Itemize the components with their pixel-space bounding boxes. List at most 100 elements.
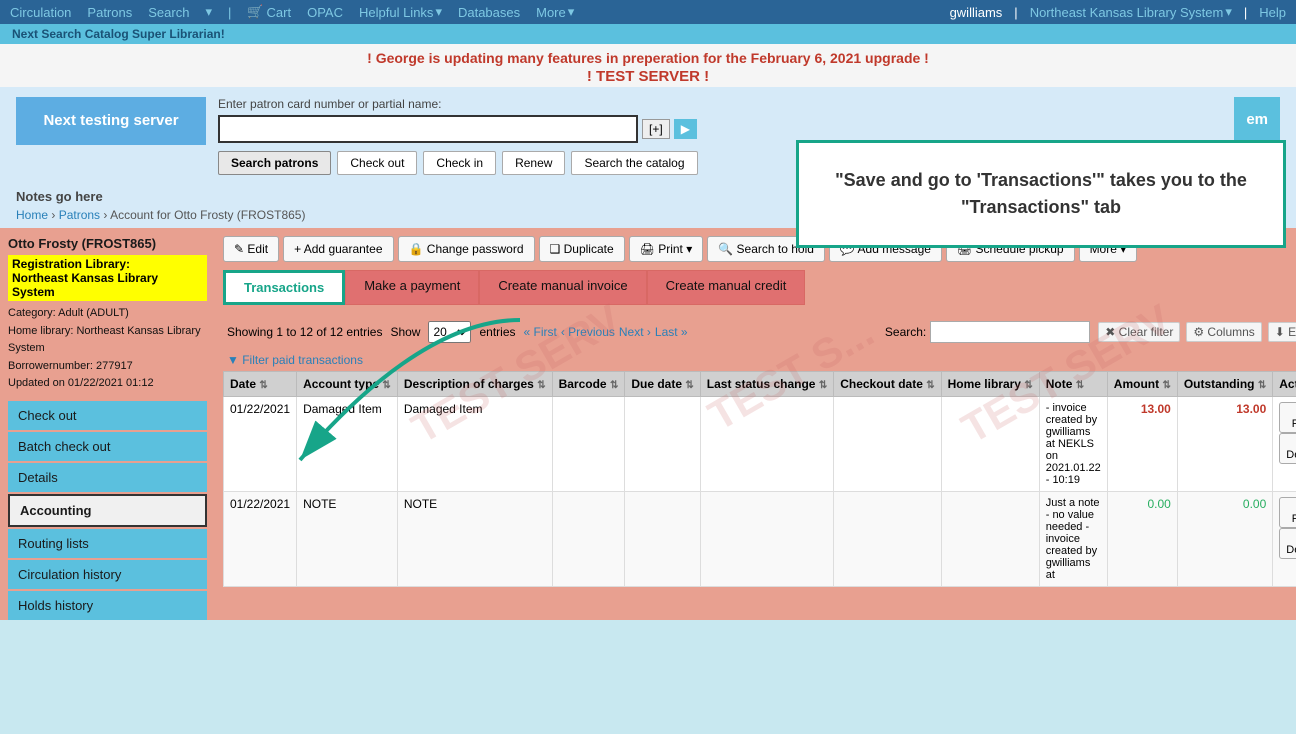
cell-actions-0: 🖨 Print ☰ Details <box>1273 397 1296 492</box>
sidebar-circulation-history[interactable]: Circulation history <box>8 560 207 589</box>
table-area: Showing 1 to 12 of 12 entries Show 10 20… <box>223 313 1296 591</box>
cell-description-1: NOTE <box>397 492 552 587</box>
tab-check-out[interactable]: Check out <box>337 151 417 175</box>
nav-cart[interactable]: 🛒 Cart <box>247 4 291 20</box>
pagination: « First ‹ Previous Next › Last » <box>524 325 688 339</box>
tab-check-in[interactable]: Check in <box>423 151 496 175</box>
row-details-button-1[interactable]: ☰ Details <box>1279 528 1296 559</box>
sidebar-holds-history[interactable]: Holds history <box>8 591 207 620</box>
sidebar-details[interactable]: Details <box>8 463 207 492</box>
subheader: Next Search Catalog Super Librarian! <box>0 24 1296 44</box>
col-note[interactable]: Note ⇅ <box>1039 372 1107 397</box>
nav-patrons[interactable]: Patrons <box>87 5 132 20</box>
patron-search-input[interactable] <box>218 115 638 143</box>
top-nav-right: gwilliams | Northeast Kansas Library Sys… <box>950 4 1286 20</box>
nav-more[interactable]: More ▾ <box>536 4 574 20</box>
col-account-type[interactable]: Account type ⇅ <box>297 372 398 397</box>
col-amount[interactable]: Amount ⇅ <box>1107 372 1177 397</box>
sort-icon-account-type: ⇅ <box>382 380 390 391</box>
cell-home-library-1 <box>941 492 1039 587</box>
filter-actions: ✖ Clear filter ⚙ Columns ⬇ Export <box>1098 322 1296 342</box>
sort-icon-description: ⇅ <box>537 380 545 391</box>
cell-note-1: Just a note - no value needed - invoice … <box>1039 492 1107 587</box>
cell-note-0: - invoice created by gwilliams at NEKLS … <box>1039 397 1107 492</box>
col-actions: Acti <box>1273 372 1296 397</box>
col-outstanding[interactable]: Outstanding ⇅ <box>1177 372 1272 397</box>
cell-date-0: 01/22/2021 <box>224 397 297 492</box>
cell-outstanding-0: 13.00 <box>1177 397 1272 492</box>
cell-last-status-1 <box>700 492 833 587</box>
nav-helpful-links[interactable]: Helpful Links ▾ <box>359 4 442 20</box>
col-last-status[interactable]: Last status change ⇅ <box>700 372 833 397</box>
tab-search-patrons[interactable]: Search patrons <box>218 151 331 175</box>
search-go-button[interactable]: ▶ <box>674 119 697 139</box>
tab-renew[interactable]: Renew <box>502 151 565 175</box>
sort-icon-amount: ⇅ <box>1162 380 1170 391</box>
add-guarantee-button[interactable]: + Add guarantee <box>283 236 393 262</box>
helpful-links-arrow: ▾ <box>435 4 442 20</box>
showing-text: Showing 1 to 12 of 12 entries <box>227 325 382 339</box>
col-home-library[interactable]: Home library ⇅ <box>941 372 1039 397</box>
page-previous[interactable]: ‹ Previous <box>561 325 615 339</box>
sidebar-check-out[interactable]: Check out <box>8 401 207 430</box>
row-print-button-0[interactable]: 🖨 Print <box>1279 402 1296 433</box>
search-section-label: Next testing server <box>16 97 206 145</box>
export-button[interactable]: ⬇ Export <box>1268 322 1296 342</box>
col-checkout-date[interactable]: Checkout date ⇅ <box>834 372 941 397</box>
action-panel: ✎ Edit + Add guarantee 🔒 Change password… <box>215 228 1296 620</box>
cell-due-date-1 <box>625 492 700 587</box>
filter-paid-transactions[interactable]: Filter paid transactions <box>223 349 1296 371</box>
show-entries-select[interactable]: 10 20 50 100 <box>428 321 471 343</box>
columns-button[interactable]: ⚙ Columns <box>1186 322 1261 342</box>
clear-filter-button[interactable]: ✖ Clear filter <box>1098 322 1180 342</box>
page-next[interactable]: Next › <box>619 325 651 339</box>
transactions-table: Date ⇅ Account type ⇅ Description of cha… <box>223 371 1296 587</box>
row-print-button-1[interactable]: 🖨 Print <box>1279 497 1296 528</box>
cell-description-0: Damaged Item <box>397 397 552 492</box>
table-row: 01/22/2021 NOTE NOTE Just a note - no va… <box>224 492 1296 587</box>
nav-help[interactable]: Help <box>1259 5 1286 20</box>
sort-icon-home-library: ⇅ <box>1024 380 1032 391</box>
search-label: Search: <box>885 325 926 339</box>
col-description[interactable]: Description of charges ⇅ <box>397 372 552 397</box>
patron-info: Category: Adult (ADULT) Home library: No… <box>8 305 207 393</box>
print-button[interactable]: 🖨 Print ▾ <box>629 236 704 262</box>
page-first[interactable]: « First <box>524 325 557 339</box>
sidebar-routing-lists[interactable]: Routing lists <box>8 529 207 558</box>
sort-icon-barcode: ⇅ <box>610 380 618 391</box>
nav-databases[interactable]: Databases <box>458 5 520 20</box>
nav-sep: | <box>228 5 231 20</box>
nav-dropdown-arrow[interactable]: ▾ <box>205 4 212 20</box>
col-barcode[interactable]: Barcode ⇅ <box>552 372 625 397</box>
tab-transactions[interactable]: Transactions <box>223 270 345 305</box>
sidebar-batch-check-out[interactable]: Batch check out <box>8 432 207 461</box>
page-last[interactable]: Last » <box>655 325 688 339</box>
tab-create-invoice[interactable]: Create manual invoice <box>479 270 646 305</box>
row-details-button-0[interactable]: ☰ Details <box>1279 433 1296 464</box>
sidebar-navigation: Check out Batch check out Details Accoun… <box>8 401 207 620</box>
breadcrumb-current: Account for Otto Frosty (FROST865) <box>110 208 305 222</box>
breadcrumb-patrons[interactable]: Patrons <box>59 208 100 222</box>
sidebar-accounting[interactable]: Accounting <box>8 494 207 527</box>
edit-button[interactable]: ✎ Edit <box>223 236 279 262</box>
tab-create-credit[interactable]: Create manual credit <box>647 270 806 305</box>
nav-opac[interactable]: OPAC <box>307 5 343 20</box>
search-options-button[interactable]: [+] <box>642 119 670 139</box>
breadcrumb-home[interactable]: Home <box>16 208 48 222</box>
col-due-date[interactable]: Due date ⇅ <box>625 372 700 397</box>
tab-bar: Transactions Make a payment Create manua… <box>223 270 1296 305</box>
nav-system[interactable]: Northeast Kansas Library System ▾ <box>1030 4 1232 20</box>
table-search-input[interactable] <box>930 321 1090 343</box>
tab-make-payment[interactable]: Make a payment <box>345 270 479 305</box>
cell-barcode-0 <box>552 397 625 492</box>
table-search-filter: Search: <box>885 321 1090 343</box>
col-date[interactable]: Date ⇅ <box>224 372 297 397</box>
change-password-button[interactable]: 🔒 Change password <box>398 236 535 262</box>
sort-icon-note: ⇅ <box>1076 380 1084 391</box>
tab-search-catalog[interactable]: Search the catalog <box>571 151 697 175</box>
more-arrow: ▾ <box>568 4 575 20</box>
duplicate-button[interactable]: ❑ Duplicate <box>539 236 625 262</box>
nav-search[interactable]: Search <box>148 5 189 20</box>
nav-circulation[interactable]: Circulation <box>10 5 71 20</box>
main-content: Otto Frosty (FROST865) Registration Libr… <box>0 228 1296 620</box>
